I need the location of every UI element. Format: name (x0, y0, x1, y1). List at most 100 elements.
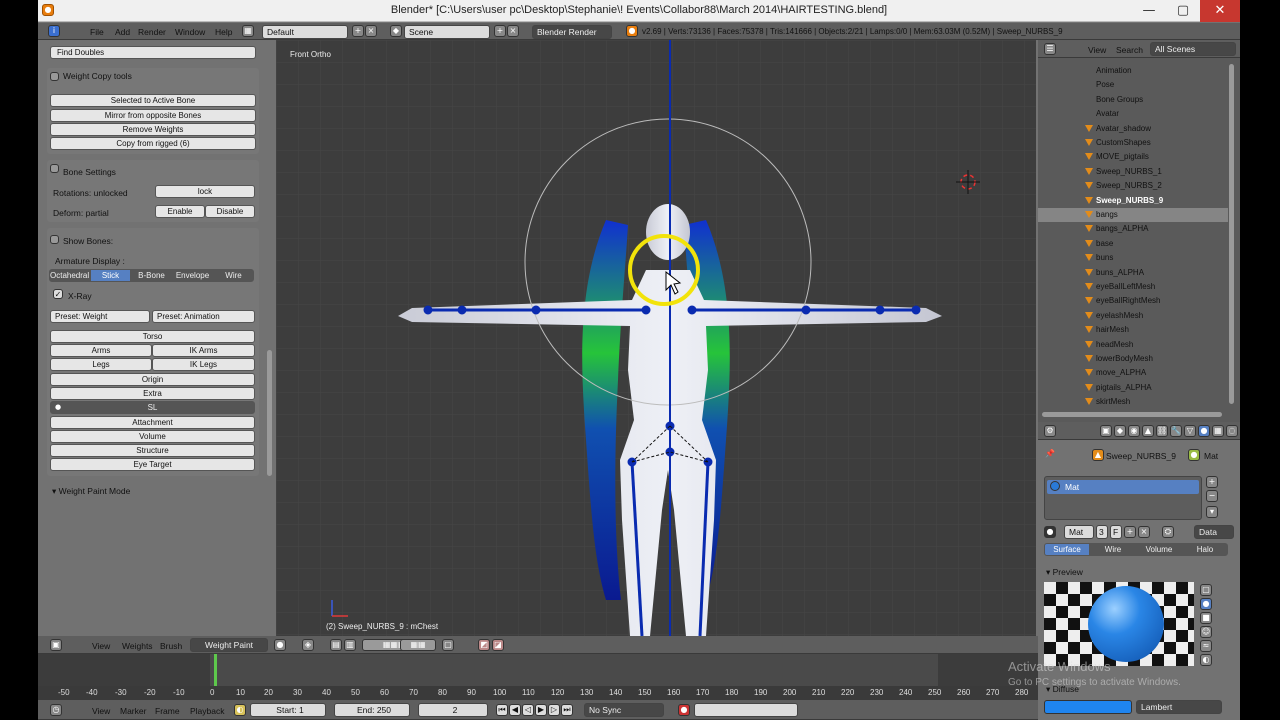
outliner-row[interactable]: base (1038, 237, 1228, 251)
menu-playback[interactable]: Playback (190, 706, 225, 716)
add-slot-icon[interactable]: + (1206, 476, 1218, 488)
lock-button[interactable]: lock (155, 185, 255, 198)
new-material-icon[interactable]: + (1124, 526, 1136, 538)
end-frame-field[interactable]: End: 250 (334, 703, 410, 717)
keying-set-field[interactable] (694, 703, 798, 717)
timeline[interactable]: -50 -40 -30 -20 -10 0 10 20 30 40 50 60 … (38, 654, 1038, 700)
menu-search[interactable]: Search (1116, 45, 1143, 55)
layer-arms-toggle[interactable]: Arms (50, 344, 152, 357)
unlink-material-icon[interactable]: × (1138, 526, 1150, 538)
preview-monkey-icon[interactable]: ☺ (1200, 626, 1212, 638)
outliner-scrollbar[interactable] (1229, 64, 1234, 404)
preview-range-icon[interactable]: ◐ (234, 704, 246, 716)
modifiers-tab-icon[interactable]: 🔧 (1170, 425, 1182, 437)
display-stick-button[interactable]: Stick (90, 269, 131, 282)
maximize-button[interactable]: ▢ (1166, 0, 1200, 22)
vertex-select-icon[interactable]: ▥ (344, 639, 356, 651)
layout-selector[interactable]: Default (262, 25, 348, 39)
layer-ik-arms-toggle[interactable]: IK Arms (152, 344, 255, 357)
preview-flat-icon[interactable]: ▢ (1200, 584, 1212, 596)
tab-volume[interactable]: Volume (1136, 543, 1182, 556)
node-icon[interactable]: ⛭ (1162, 526, 1174, 538)
outliner-row[interactable]: Bone Groups (1038, 93, 1228, 107)
outliner-filter-dropdown[interactable]: All Scenes (1150, 42, 1236, 56)
display-envelope-button[interactable]: Envelope (172, 269, 213, 282)
link-data-dropdown[interactable]: Data (1194, 525, 1234, 539)
play-reverse-icon[interactable]: ◁ (522, 704, 534, 716)
outliner-row-highlighted[interactable]: bangs (1038, 208, 1228, 222)
outliner-row-selected[interactable]: Sweep_NURBS_9 (1038, 194, 1228, 208)
scene-tab-icon[interactable]: ◆ (1114, 425, 1126, 437)
outliner-row[interactable]: hairMesh (1038, 323, 1228, 337)
tab-surface[interactable]: Surface (1044, 543, 1090, 556)
add-scene-icon[interactable]: + (494, 25, 506, 37)
menu-file[interactable]: File (90, 27, 104, 37)
current-frame-field[interactable]: 2 (418, 703, 488, 717)
shading-solid-icon[interactable]: ● (274, 639, 286, 651)
preview-cube-icon[interactable]: ■ (1200, 612, 1212, 624)
copy-from-rigged-button[interactable]: Copy from rigged (6) (50, 137, 256, 150)
layer-torso-toggle[interactable]: Torso (50, 330, 255, 343)
outliner-row[interactable]: Avatar (1038, 107, 1228, 121)
display-octahedral-button[interactable]: Octahedral (49, 269, 90, 282)
next-keyframe-icon[interactable]: ▷ (548, 704, 560, 716)
3d-viewport[interactable]: Front Ortho (2) Sweep_NURBS_9 : mChest (276, 40, 1036, 636)
menu-view[interactable]: View (92, 641, 110, 651)
remove-slot-icon[interactable]: − (1206, 490, 1218, 502)
outliner-row[interactable]: skirtMesh (1038, 395, 1228, 409)
outliner-row[interactable]: headMesh (1038, 338, 1228, 352)
material-slot-selected[interactable]: Mat (1047, 480, 1199, 494)
outliner-row[interactable]: lowerBodyMesh (1038, 352, 1228, 366)
data-tab-icon[interactable]: ▽ (1184, 425, 1196, 437)
render-image-icon[interactable]: ◩ (478, 639, 490, 651)
current-frame-marker[interactable] (214, 654, 217, 688)
physics-tab-icon[interactable]: ◌ (1226, 425, 1238, 437)
preset-animation-button[interactable]: Preset: Animation (152, 310, 255, 323)
mask-icon[interactable]: ▤ (330, 639, 342, 651)
texture-tab-icon[interactable]: ▦ (1212, 425, 1224, 437)
minimize-button[interactable]: — (1132, 0, 1166, 22)
editor-type-timeline-icon[interactable]: ◷ (50, 704, 62, 716)
remove-layout-icon[interactable]: × (365, 25, 377, 37)
fake-user-toggle[interactable]: F (1110, 525, 1122, 539)
material-breadcrumb[interactable]: Mat (1204, 451, 1218, 461)
outliner-row[interactable]: Animation (1038, 64, 1228, 78)
outliner-row[interactable]: eyelashMesh (1038, 309, 1228, 323)
menu-marker[interactable]: Marker (120, 706, 146, 716)
layer-legs-toggle[interactable]: Legs (50, 358, 152, 371)
layer-eye-target-toggle[interactable]: Eye Target (50, 458, 255, 471)
preview-hair-icon[interactable]: ≈ (1200, 640, 1212, 652)
outliner-row[interactable]: pigtails_ALPHA (1038, 381, 1228, 395)
display-wire-button[interactable]: Wire (213, 269, 254, 282)
layer-volume-toggle[interactable]: Volume (50, 430, 255, 443)
menu-window[interactable]: Window (175, 27, 205, 37)
constraints-tab-icon[interactable]: ⛓ (1156, 425, 1168, 437)
menu-view[interactable]: View (92, 706, 110, 716)
menu-frame[interactable]: Frame (155, 706, 180, 716)
outliner-row[interactable]: Sweep_NURBS_2 (1038, 179, 1228, 193)
object-tab-icon[interactable]: ▲ (1142, 425, 1154, 437)
menu-render[interactable]: Render (138, 27, 166, 37)
editor-type-outliner-icon[interactable]: ☰ (1044, 43, 1056, 55)
preview-panel-header[interactable]: ▾ Preview (1046, 567, 1083, 578)
diffuse-color-swatch[interactable] (1044, 700, 1132, 714)
jump-end-icon[interactable]: ⏭ (561, 704, 573, 716)
slot-menu-icon[interactable]: ▾ (1206, 506, 1218, 518)
scene-selector[interactable]: Scene (404, 25, 490, 39)
preview-sky-icon[interactable]: ◐ (1200, 654, 1212, 666)
editor-type-properties-icon[interactable]: ⚙ (1044, 425, 1056, 437)
menu-help[interactable]: Help (215, 27, 232, 37)
viewport-canvas[interactable] (276, 40, 1036, 636)
outliner-row[interactable]: bangs_ALPHA (1038, 222, 1228, 236)
add-layout-icon[interactable]: + (352, 25, 364, 37)
display-bbone-button[interactable]: B-Bone (131, 269, 172, 282)
start-frame-field[interactable]: Start: 1 (250, 703, 326, 717)
material-tab-icon[interactable]: ● (1198, 425, 1210, 437)
jump-start-icon[interactable]: ⏮ (496, 704, 508, 716)
tool-shelf-scrollbar[interactable] (267, 350, 272, 476)
outliner-row[interactable]: MOVE_pigtails (1038, 150, 1228, 164)
menu-view[interactable]: View (1088, 45, 1106, 55)
close-button[interactable]: ✕ (1200, 0, 1240, 22)
remove-weights-button[interactable]: Remove Weights (50, 123, 256, 136)
selected-to-active-bone-button[interactable]: Selected to Active Bone (50, 94, 256, 107)
